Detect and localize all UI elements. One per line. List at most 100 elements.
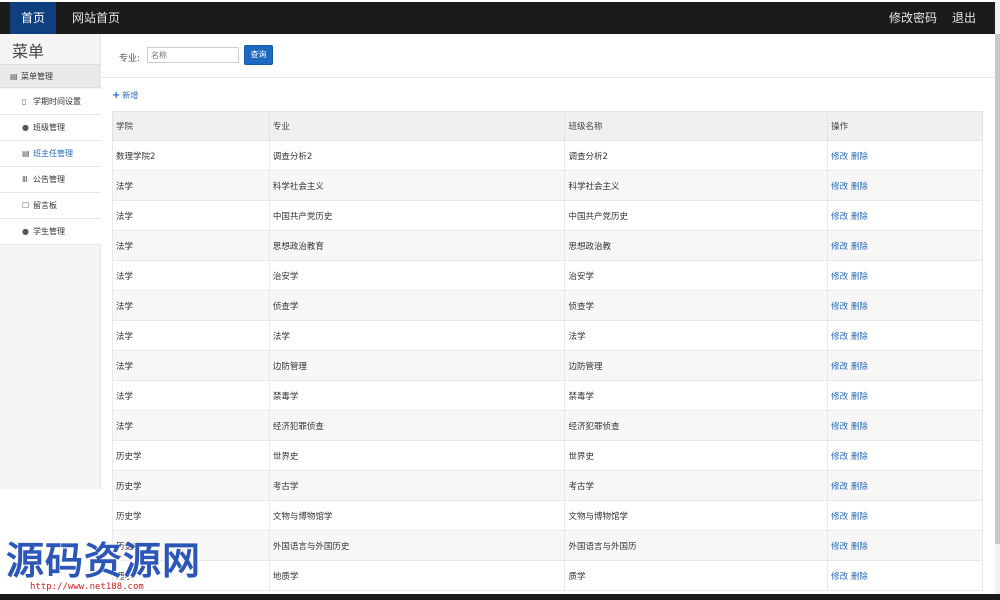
sidebar-item-announcement-management[interactable]: Ⅲ 公告管理 <box>0 167 101 193</box>
delete-link[interactable]: 删除 <box>851 302 868 312</box>
header-class-name: 班级名称 <box>564 111 829 141</box>
cell-actions: 修改 删除 <box>827 320 983 351</box>
delete-link[interactable]: 删除 <box>851 242 868 252</box>
edit-link[interactable]: 修改 <box>831 362 848 372</box>
delete-link[interactable]: 删除 <box>851 182 868 192</box>
edit-link[interactable]: 修改 <box>831 182 848 192</box>
edit-link[interactable]: 修改 <box>831 452 848 462</box>
edit-link[interactable]: 修改 <box>831 542 848 552</box>
delete-link[interactable]: 删除 <box>851 272 868 282</box>
sidebar-group-menu-management[interactable]: ▤ 菜单管理 <box>0 64 101 88</box>
header-college: 学院 <box>112 111 270 141</box>
cell-major: 外国语言与外国历史 <box>268 530 566 561</box>
delete-link[interactable]: 删除 <box>851 212 868 222</box>
header-major: 专业 <box>268 111 566 141</box>
cell-actions: 修改 删除 <box>827 470 983 501</box>
cell-class-name: 世界史 <box>564 440 829 471</box>
sidebar-item-label: 留言板 <box>33 201 57 210</box>
edit-link[interactable]: 修改 <box>831 272 848 282</box>
cell-major: 科学社会主义 <box>268 170 566 201</box>
cell-college: 数理学院2 <box>112 140 270 171</box>
table-row: 法学 中国共产党历史 中国共产党历史 修改 删除 <box>112 200 983 231</box>
sidebar-item-semester-settings[interactable]: ▯ 学期时间设置 <box>0 89 101 115</box>
nav-home[interactable]: 首页 <box>10 2 56 34</box>
sidebar-item-head-teacher-management[interactable]: ▤ 班主任管理 <box>0 141 101 167</box>
sidebar-group-label: 菜单管理 <box>21 72 53 81</box>
sidebar-item-label: 公告管理 <box>33 175 65 184</box>
cell-college: 历史学 <box>112 500 270 531</box>
cell-actions: 修改 删除 <box>827 260 983 291</box>
edit-link[interactable]: 修改 <box>831 332 848 342</box>
table-row: 历史学 文物与博物馆学 文物与博物馆学 修改 删除 <box>112 500 983 531</box>
edit-link[interactable]: 修改 <box>831 392 848 402</box>
cell-actions: 修改 删除 <box>827 230 983 261</box>
class-table: 学院 专业 班级名称 操作 数理学院2 调查分析2 调查分析2 修改 删除 法学 科学社会… <box>112 111 983 591</box>
cell-college: 法学 <box>112 350 270 381</box>
edit-link[interactable]: 修改 <box>831 482 848 492</box>
app-frame: 首页 网站首页 修改密码 退出 菜单 ▤ 菜单管理 ▯ 学期时间设置 ● 班级管理 ▤… <box>0 0 1000 600</box>
delete-link[interactable]: 删除 <box>851 572 868 582</box>
watermark-title: 源码资源网 <box>6 538 202 583</box>
cell-class-name: 经济犯罪侦查 <box>564 410 829 441</box>
cell-actions: 修改 删除 <box>827 440 983 471</box>
sidebar-item-label: 班主任管理 <box>33 149 73 158</box>
delete-link[interactable]: 删除 <box>851 422 868 432</box>
sidebar-item-message-board[interactable]: ☐ 留言板 <box>0 193 101 219</box>
major-search-input[interactable] <box>147 47 239 63</box>
sidebar-item-class-management[interactable]: ● 班级管理 <box>0 115 101 141</box>
cell-major: 考古学 <box>268 470 566 501</box>
cell-class-name: 边防管理 <box>564 350 829 381</box>
sidebar-title: 菜单 <box>12 42 45 61</box>
edit-link[interactable]: 修改 <box>831 152 848 162</box>
edit-link[interactable]: 修改 <box>831 422 848 432</box>
cell-class-name: 调查分析2 <box>564 140 829 171</box>
cell-actions: 修改 删除 <box>827 140 983 171</box>
table-row: 法学 思想政治教育 思想政治教 修改 删除 <box>112 230 983 261</box>
nav-logout[interactable]: 退出 <box>952 2 976 34</box>
sidebar-item-student-management[interactable]: ● 学生管理 <box>0 219 101 245</box>
table-row: 历史学 世界史 世界史 修改 删除 <box>112 440 983 471</box>
cell-class-name: 禁毒学 <box>564 380 829 411</box>
table-row: 历史学 外国语言与外国历史 外国语言与外国历 修改 删除 <box>112 530 983 561</box>
delete-link[interactable]: 删除 <box>851 392 868 402</box>
cell-class-name: 思想政治教 <box>564 230 829 261</box>
edit-link[interactable]: 修改 <box>831 302 848 312</box>
delete-link[interactable]: 删除 <box>851 542 868 552</box>
table-row: 法学 侦查学 侦查学 修改 删除 <box>112 290 983 321</box>
delete-link[interactable]: 删除 <box>851 332 868 342</box>
edit-link[interactable]: 修改 <box>831 572 848 582</box>
watermark-logo: 源码资源网 http://www.net188.com <box>0 530 210 594</box>
edit-link[interactable]: 修改 <box>831 212 848 222</box>
scrollbar-thumb[interactable] <box>995 34 1000 544</box>
cell-actions: 修改 删除 <box>827 560 983 591</box>
sidebar: 菜单 ▤ 菜单管理 ▯ 学期时间设置 ● 班级管理 ▤ 班主任管理 Ⅲ 公告管理 ☐ 留言板… <box>0 34 101 489</box>
cell-class-name: 文物与博物馆学 <box>564 500 829 531</box>
cell-class-name: 中国共产党历史 <box>564 200 829 231</box>
table-row: 法学 治安学 治安学 修改 删除 <box>112 260 983 291</box>
edit-link[interactable]: 修改 <box>831 242 848 252</box>
cell-major: 文物与博物馆学 <box>268 500 566 531</box>
nav-site-home[interactable]: 网站首页 <box>72 2 120 34</box>
cell-major: 调查分析2 <box>268 140 566 171</box>
cell-actions: 修改 删除 <box>827 380 983 411</box>
edit-link[interactable]: 修改 <box>831 512 848 522</box>
delete-link[interactable]: 删除 <box>851 482 868 492</box>
delete-link[interactable]: 删除 <box>851 362 868 372</box>
table-body: 数理学院2 调查分析2 调查分析2 修改 删除 法学 科学社会主义 科学社会主义 修改 删除法… <box>112 140 983 591</box>
cell-college: 法学 <box>112 320 270 351</box>
cell-class-name: 侦查学 <box>564 290 829 321</box>
cell-major: 地质学 <box>268 560 566 591</box>
table-row: 法学 法学 法学 修改 删除 <box>112 320 983 351</box>
add-button[interactable]: + 新增 <box>112 90 138 101</box>
delete-link[interactable]: 删除 <box>851 152 868 162</box>
delete-link[interactable]: 删除 <box>851 512 868 522</box>
cell-major: 法学 <box>268 320 566 351</box>
add-label: 新增 <box>122 91 139 100</box>
document-icon: ▯ <box>22 97 27 106</box>
search-button[interactable]: 查询 <box>244 45 273 65</box>
nav-change-password[interactable]: 修改密码 <box>889 2 937 34</box>
table-row: 数理学院2 调查分析2 调查分析2 修改 删除 <box>112 140 983 171</box>
list-icon: ▤ <box>10 72 18 81</box>
cell-actions: 修改 删除 <box>827 350 983 381</box>
delete-link[interactable]: 删除 <box>851 452 868 462</box>
